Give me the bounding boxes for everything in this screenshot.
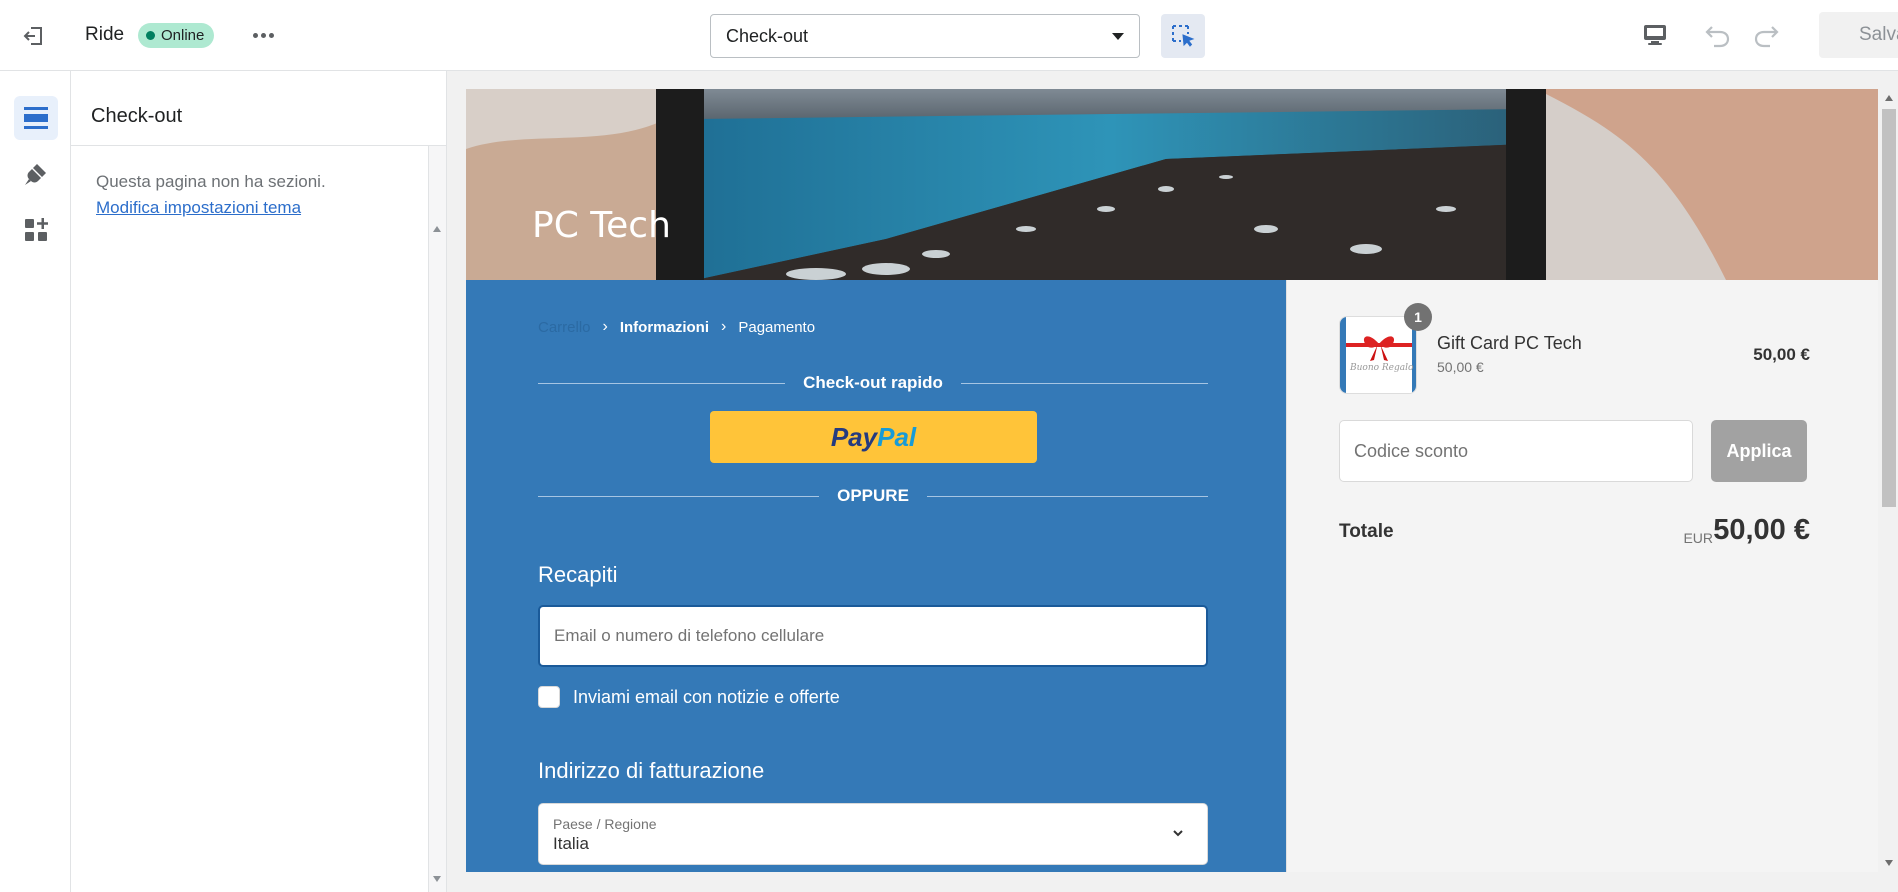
undo-icon: [1705, 26, 1730, 48]
total-currency: EUR: [1683, 530, 1713, 546]
shop-name: PC Tech: [532, 205, 671, 246]
device-preview-button[interactable]: [1640, 20, 1670, 50]
item-price: 50,00 €: [1753, 345, 1810, 364]
online-dot-icon: [146, 31, 155, 40]
breadcrumb: Carrello › Informazioni › Pagamento: [538, 318, 815, 336]
divider-line: [926, 495, 1209, 497]
newsletter-label: Inviami email con notizie e offerte: [573, 686, 840, 707]
total-label: Totale: [1339, 521, 1394, 542]
item-variant-price: 50,00 €: [1437, 359, 1484, 375]
gift-card-thumbnail: Buono Regalo: [1339, 316, 1417, 394]
divider-line: [538, 495, 820, 497]
paypal-button[interactable]: Pay Pal: [710, 411, 1037, 463]
theme-settings-link[interactable]: Modifica impostazioni tema: [96, 195, 301, 221]
preview-bottom-gutter: [466, 872, 1880, 892]
country-label: Paese / Regione: [553, 816, 657, 832]
or-label: OPPURE: [837, 486, 909, 505]
express-checkout-title: Check-out rapido: [803, 373, 943, 392]
divider-line: [960, 382, 1209, 384]
breadcrumb-cart[interactable]: Carrello: [538, 319, 591, 336]
banner-image: [466, 89, 1878, 280]
paypal-logo-pal: Pal: [877, 421, 917, 452]
or-divider: OPPURE: [538, 486, 1209, 506]
exit-icon: [23, 27, 42, 45]
sections-icon: [24, 107, 48, 129]
item-name: Gift Card PC Tech: [1437, 333, 1582, 353]
scroll-up-icon: [1885, 95, 1893, 101]
sections-panel: Check-out Questa pagina non ha sezioni. …: [71, 71, 447, 892]
scroll-up-icon: [433, 226, 441, 232]
chevron-right-icon: ›: [602, 318, 608, 335]
inspect-button[interactable]: [1161, 14, 1205, 58]
country-value: Italia: [553, 834, 589, 853]
status-badge-label: Online: [161, 27, 205, 44]
panel-title: Check-out: [71, 71, 446, 146]
scroll-down-icon: [1885, 860, 1893, 866]
panel-body: Questa pagina non ha sezioni. Modifica i…: [71, 146, 446, 221]
apps-icon: [25, 218, 48, 241]
chevron-down-icon: [1173, 830, 1183, 837]
theme-settings-nav-button[interactable]: [14, 152, 58, 196]
apps-nav-button[interactable]: [14, 208, 58, 252]
empty-sections-message: Questa pagina non ha sezioni.: [96, 172, 326, 191]
left-rail: [0, 71, 71, 892]
paypal-logo-pay: Pay: [830, 421, 878, 452]
country-select[interactable]: Paese / Regione Italia: [538, 803, 1208, 865]
dropdown-caret-icon: [1112, 32, 1124, 40]
gift-card-thumb-text: Buono Regalo: [1350, 363, 1414, 373]
email-placeholder: Email o numero di telefono cellulare: [554, 626, 825, 645]
preview-scrollbar[interactable]: [1880, 89, 1898, 872]
quantity-badge: 1: [1404, 303, 1432, 331]
gift-card-image: [1340, 317, 1416, 393]
undo-button[interactable]: [1702, 20, 1734, 52]
desktop-icon: [1644, 25, 1666, 45]
newsletter-option[interactable]: Inviami email con notizie e offerte: [538, 686, 840, 708]
scroll-down-icon: [433, 876, 441, 882]
billing-heading: Indirizzo di fatturazione: [538, 758, 765, 783]
sections-nav-button[interactable]: [14, 96, 58, 140]
template-select-value: Check-out: [726, 25, 809, 46]
redo-button[interactable]: [1750, 20, 1782, 52]
breadcrumb-information: Informazioni: [619, 318, 710, 336]
save-button[interactable]: Salva: [1819, 12, 1898, 58]
more-dots-icon: [260, 32, 266, 38]
theme-brush-icon: [25, 164, 46, 185]
status-badge: Online: [138, 23, 215, 48]
contact-heading: Recapiti: [538, 562, 618, 587]
checkout-banner: PC Tech: [466, 89, 1878, 280]
chevron-right-icon: ›: [721, 318, 727, 335]
express-checkout-divider: Check-out rapido: [538, 373, 1209, 393]
inspect-icon: [1172, 25, 1195, 47]
panel-scrollbar[interactable]: [428, 146, 446, 892]
more-dots-icon: [268, 32, 274, 38]
email-field[interactable]: Email o numero di telefono cellulare: [538, 605, 1208, 667]
discount-placeholder: Codice sconto: [1354, 440, 1469, 461]
store-name: Ride: [85, 24, 125, 45]
discount-code-field[interactable]: Codice sconto: [1339, 420, 1693, 482]
checkout-main: Carrello › Informazioni › Pagamento Chec…: [466, 280, 1286, 872]
apply-discount-button[interactable]: Applica: [1711, 420, 1807, 482]
more-dots-icon: [252, 32, 258, 38]
breadcrumb-payment: Pagamento: [738, 318, 816, 336]
template-select[interactable]: Check-out: [710, 14, 1140, 58]
editor-topbar: Ride Online Check-out Salva: [0, 0, 1898, 71]
newsletter-checkbox[interactable]: [538, 686, 560, 708]
redo-icon: [1754, 26, 1779, 48]
checkout-preview: PC Tech Carrello › Informazioni › Pagame…: [466, 89, 1878, 872]
more-actions-button[interactable]: [250, 24, 276, 46]
divider-line: [538, 382, 786, 384]
order-summary: Buono Regalo 1 Gift Card PC Tech 50,00 €…: [1286, 280, 1878, 872]
total-amount: 50,00 €: [1713, 514, 1810, 546]
exit-button[interactable]: [20, 22, 48, 50]
scrollbar-thumb[interactable]: [1882, 109, 1896, 507]
